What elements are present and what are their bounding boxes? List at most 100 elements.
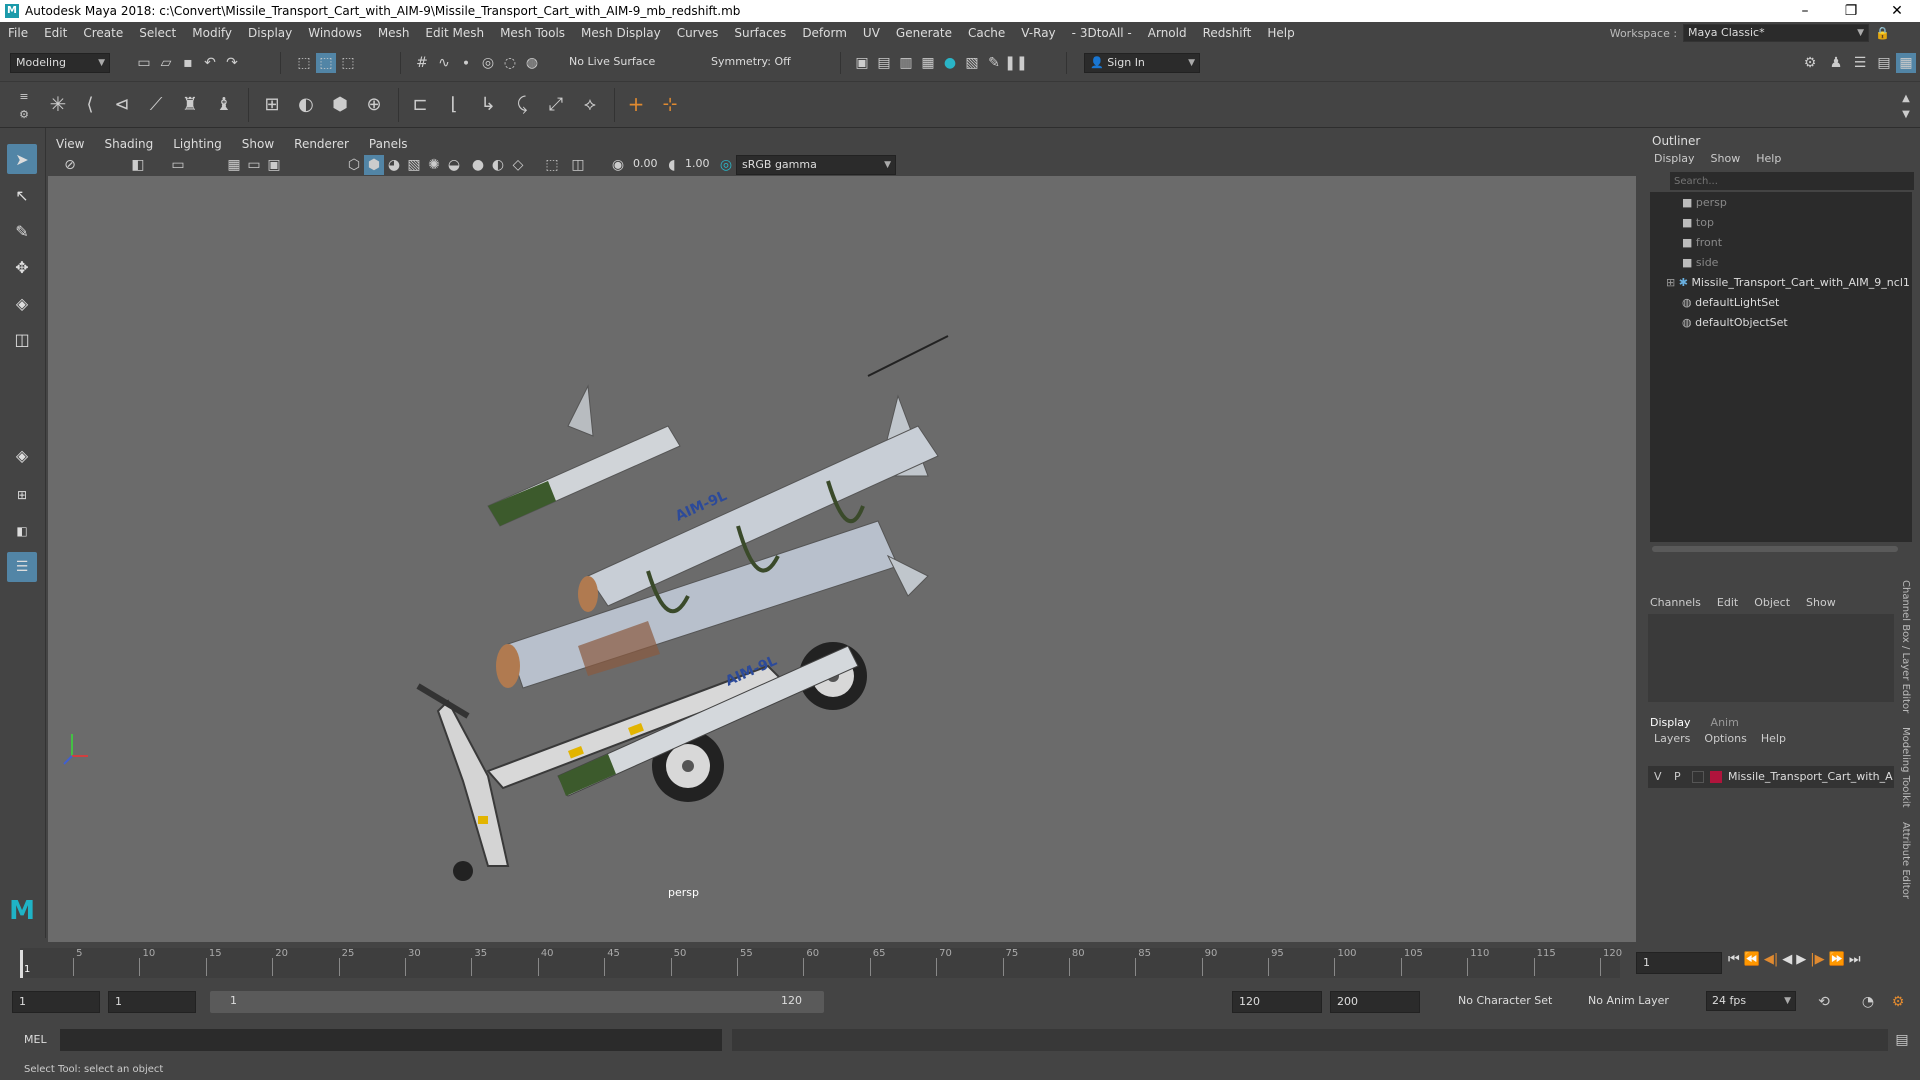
layer-name[interactable]: Missile_Transport_Cart_with_A [1728, 770, 1893, 783]
make-live-icon[interactable]: ◍ [522, 53, 542, 73]
menu-help[interactable]: Help [1259, 26, 1302, 40]
smooth-shade-icon[interactable]: ⬢ [364, 155, 384, 175]
textured-icon[interactable]: ▧ [404, 155, 424, 175]
scene-end-field[interactable]: 200 [1330, 991, 1420, 1013]
constraint-icon[interactable]: ⊹ [660, 94, 680, 115]
menu-file[interactable]: File [0, 26, 36, 40]
quick-rig-icon[interactable]: ♜ [180, 94, 200, 115]
anti-aliasing-icon[interactable]: ◇ [508, 155, 528, 175]
menu-mesh-display[interactable]: Mesh Display [573, 26, 669, 40]
menu-deform[interactable]: Deform [794, 26, 855, 40]
live-surface-field[interactable]: No Live Surface [564, 53, 664, 73]
paint-weights-icon[interactable]: ◐ [296, 94, 316, 115]
menu-edit-mesh[interactable]: Edit Mesh [417, 26, 492, 40]
channels-menu-edit[interactable]: Edit [1717, 596, 1738, 609]
use-all-lights-icon[interactable]: ✺ [424, 155, 444, 175]
ambient-occlusion-icon[interactable]: ● [468, 155, 488, 175]
panel-menu-renderer[interactable]: Renderer [294, 137, 349, 151]
menu-generate[interactable]: Generate [888, 26, 960, 40]
menu-uv[interactable]: UV [855, 26, 888, 40]
color-management-icon[interactable]: ◎ [716, 155, 736, 175]
channels-menu-show[interactable]: Show [1806, 596, 1836, 609]
layer-tab-anim[interactable]: Anim [1711, 716, 1739, 729]
wrap-deformer-icon[interactable]: ⊕ [364, 94, 384, 115]
loop-icon[interactable]: ⟲ [1814, 992, 1834, 1012]
time-slider-ticks[interactable]: 1 5 10 15 20 25 30 35 40 45 50 55 60 65 70 75 80 85 90 95 10… [20, 948, 1622, 978]
render-setup-icon[interactable]: ▧ [962, 53, 982, 73]
menu-edit[interactable]: Edit [36, 26, 75, 40]
close-icon[interactable]: ✕ [1874, 0, 1920, 22]
range-slider[interactable]: 1 120 [210, 991, 824, 1013]
symmetry-dropdown[interactable]: Symmetry: Off [706, 53, 806, 73]
tab-attribute-editor[interactable]: Attribute Editor [1900, 822, 1911, 899]
new-scene-icon[interactable]: ▭ [134, 53, 154, 73]
save-scene-icon[interactable]: ▪ [178, 53, 198, 73]
panel-menu-show[interactable]: Show [242, 137, 274, 151]
menu-select[interactable]: Select [131, 26, 184, 40]
go-to-start-icon[interactable]: ⏮ [1728, 952, 1740, 967]
outliner-item[interactable]: ■ front [1682, 236, 1722, 249]
select-by-object-icon[interactable]: ⬚ [316, 53, 336, 73]
film-gate-icon[interactable]: ▭ [244, 155, 264, 175]
attribute-editor-icon[interactable]: ☰ [1850, 53, 1870, 73]
mel-label[interactable]: MEL [24, 1033, 47, 1046]
snap-to-surface-icon[interactable]: ◌ [500, 53, 520, 73]
render-view-icon[interactable]: ▣ [852, 53, 872, 73]
anim-layer-dropdown[interactable]: No Anim Layer [1588, 994, 1669, 1007]
layers-menu-layers[interactable]: Layers [1654, 732, 1690, 745]
menu-surfaces[interactable]: Surfaces [726, 26, 794, 40]
menu-curves[interactable]: Curves [669, 26, 727, 40]
hypershade-icon[interactable]: ● [940, 53, 960, 73]
add-locator-icon[interactable]: + [626, 92, 646, 116]
gamma-field[interactable]: 1.00 [680, 155, 716, 175]
playback-start-field[interactable]: 1 [108, 991, 196, 1013]
step-forward-key-icon[interactable]: ⏩ [1829, 952, 1845, 967]
menu-mesh[interactable]: Mesh [370, 26, 418, 40]
image-plane-icon[interactable]: ▭ [168, 155, 188, 175]
layer-visibility-toggle[interactable]: V [1654, 770, 1662, 783]
default-material-icon[interactable]: ◕ [384, 155, 404, 175]
outliner-item[interactable]: ◍ defaultLightSet [1682, 296, 1779, 309]
shelf-settings-icon[interactable]: ⚙ [14, 104, 34, 124]
resolution-gate-icon[interactable]: ▣ [264, 155, 284, 175]
sculpt-icon[interactable]: ⤢ [546, 94, 566, 115]
ik-handle-icon[interactable]: ⟨ [80, 94, 100, 115]
select-by-hierarchy-icon[interactable]: ⬚ [294, 53, 314, 73]
step-back-frame-icon[interactable]: ◀| [1764, 952, 1778, 967]
lattice-icon[interactable]: ⌊ [444, 94, 464, 115]
wire-icon[interactable]: ⟡ [580, 94, 600, 115]
menu-cache[interactable]: Cache [960, 26, 1013, 40]
exposure-field[interactable]: 0.00 [628, 155, 664, 175]
camera-select-icon[interactable]: ⊘ [60, 155, 80, 175]
menu-create[interactable]: Create [75, 26, 131, 40]
panel-menu-lighting[interactable]: Lighting [173, 137, 222, 151]
menu-vray[interactable]: V-Ray [1013, 26, 1063, 40]
light-editor-icon[interactable]: ✎ [984, 53, 1004, 73]
open-scene-icon[interactable]: ▱ [156, 53, 176, 73]
current-frame-field[interactable]: 1 [1636, 952, 1722, 974]
color-space-dropdown[interactable]: sRGB gamma ▼ [736, 155, 896, 175]
paint-select-tool-icon[interactable]: ✎ [7, 216, 37, 246]
motion-blur-icon[interactable]: ◐ [488, 155, 508, 175]
ik-spline-icon[interactable]: ⊲ [112, 94, 132, 115]
menu-modify[interactable]: Modify [184, 26, 240, 40]
outliner-horizontal-scrollbar[interactable] [1652, 546, 1898, 552]
layer-type-toggle[interactable] [1692, 771, 1704, 783]
render-current-frame-icon[interactable]: ▤ [874, 53, 894, 73]
outliner-layout-icon[interactable]: ☰ [7, 552, 37, 582]
script-editor-icon[interactable]: ▤ [1892, 1030, 1912, 1050]
human-ik-shelf-icon[interactable]: ♝ [214, 94, 234, 115]
channels-menu-object[interactable]: Object [1754, 596, 1790, 609]
rotate-tool-icon[interactable]: ◈ [7, 288, 37, 318]
character-set-dropdown[interactable]: No Character Set [1458, 994, 1552, 1007]
fps-dropdown[interactable]: 24 fps ▼ [1706, 991, 1796, 1011]
shelf-scroll-down-icon[interactable]: ▼ [1896, 104, 1916, 124]
go-to-end-icon[interactable]: ⏭ [1849, 952, 1861, 967]
scene-start-field[interactable]: 1 [12, 991, 100, 1013]
tab-channel-box-layer-editor[interactable]: Channel Box / Layer Editor [1900, 580, 1911, 713]
outliner-menu-display[interactable]: Display [1654, 152, 1695, 165]
expand-icon[interactable]: ⊞ [1666, 276, 1675, 289]
redo-icon[interactable]: ↷ [222, 53, 242, 73]
perspective-viewport[interactable]: AIM-9L AIM-9L persp [48, 176, 1636, 942]
mel-command-input[interactable] [60, 1029, 722, 1051]
